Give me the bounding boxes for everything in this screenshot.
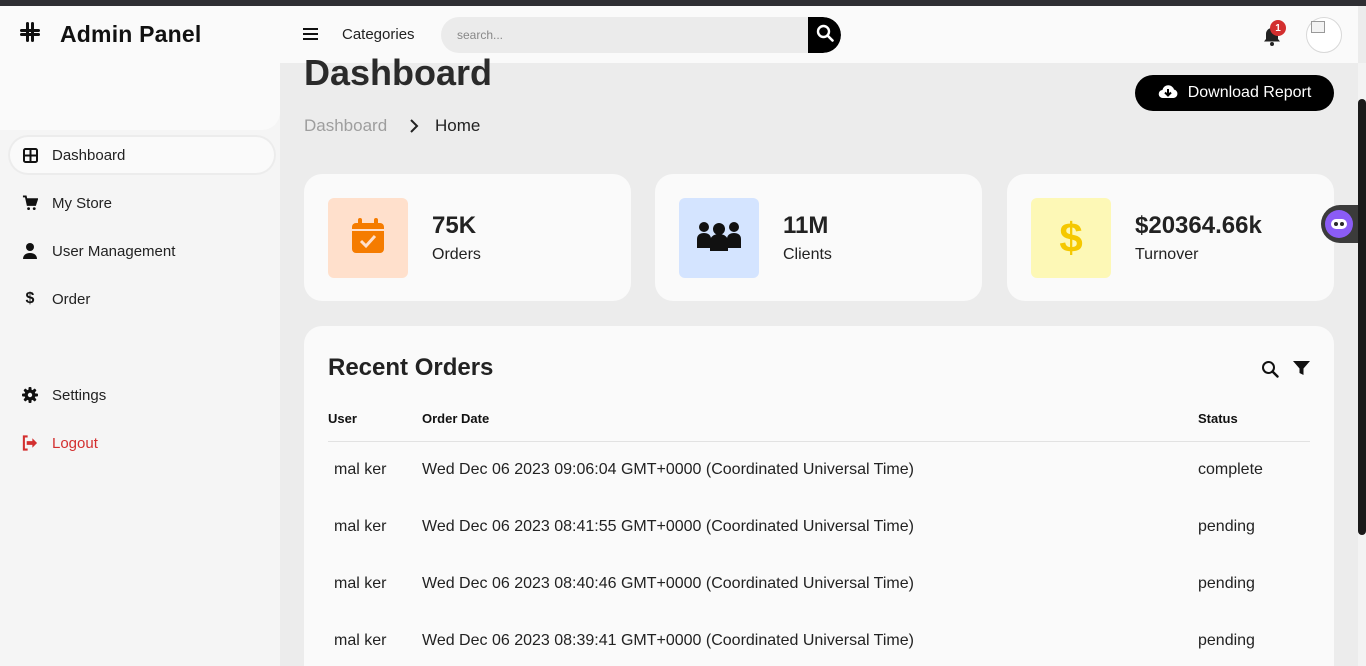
search-icon[interactable] (1261, 360, 1279, 383)
users-group-icon (696, 220, 742, 257)
order-status: pending (1198, 518, 1255, 535)
user-icon (22, 243, 38, 259)
table-row[interactable]: mal ker Wed Dec 06 2023 08:39:41 GMT+000… (304, 631, 1334, 666)
sidebar-item-label: Order (52, 290, 91, 308)
table-row[interactable]: mal ker Wed Dec 06 2023 08:41:55 GMT+000… (304, 517, 1334, 574)
order-date: Wed Dec 06 2023 08:39:41 GMT+0000 (Coord… (422, 632, 914, 649)
sidebar-item-label: Dashboard (52, 146, 126, 164)
order-user: mal ker (334, 632, 387, 649)
stat-value: $20364.66k (1135, 212, 1262, 239)
order-status: pending (1198, 575, 1255, 592)
sidebar-item-label: User Management (52, 242, 176, 260)
hamburger-menu-icon[interactable] (303, 27, 318, 46)
stat-value: 75K (432, 212, 477, 239)
order-date: Wed Dec 06 2023 08:40:46 GMT+0000 (Coord… (422, 575, 914, 592)
search-input[interactable] (441, 17, 808, 53)
cart-icon (22, 195, 38, 211)
order-user: mal ker (334, 575, 387, 592)
stat-icon-box (679, 198, 759, 278)
brand[interactable]: Admin Panel (18, 20, 202, 49)
stat-label: Clients (783, 246, 832, 263)
breadcrumb-home: Home (435, 116, 481, 135)
order-date: Wed Dec 06 2023 09:06:04 GMT+0000 (Coord… (422, 461, 914, 478)
stat-card-orders: 75K Orders (304, 174, 631, 301)
download-report-label: Download Report (1187, 84, 1312, 101)
recent-orders-card: Recent Orders User Order Date Status mal… (304, 326, 1334, 666)
page-scrollbar[interactable] (1358, 63, 1366, 666)
search-button[interactable] (808, 17, 841, 53)
column-header-order-date: Order Date (422, 411, 490, 426)
sidebar-item-order[interactable]: $ Order (8, 279, 276, 319)
chevron-right-icon (408, 119, 420, 138)
sidebar-item-user-management[interactable]: User Management (8, 231, 276, 271)
brand-title: Admin Panel (60, 21, 202, 47)
order-user: mal ker (334, 518, 387, 535)
stat-icon-box: $ (1031, 198, 1111, 278)
recent-orders-title: Recent Orders (328, 354, 494, 381)
slack-logo-icon (18, 20, 42, 49)
avatar[interactable] (1306, 17, 1342, 53)
column-header-status: Status (1198, 411, 1238, 426)
sidebar-item-label: Settings (52, 386, 107, 404)
search-icon (816, 24, 834, 47)
sidebar-item-settings[interactable]: Settings (8, 375, 276, 415)
dashboard-grid-icon (22, 147, 38, 163)
gear-icon (22, 387, 38, 403)
chatbot-face-icon (1325, 210, 1353, 238)
order-user: mal ker (334, 461, 387, 478)
logout-icon (22, 435, 38, 451)
cloud-download-icon (1158, 83, 1178, 104)
table-row[interactable]: mal ker Wed Dec 06 2023 09:06:04 GMT+000… (304, 460, 1334, 517)
search-box (441, 17, 841, 53)
header-divider (328, 441, 1310, 442)
order-status: complete (1198, 461, 1263, 478)
download-report-button[interactable]: Download Report (1135, 75, 1334, 111)
column-header-user: User (328, 411, 357, 426)
calendar-check-icon (351, 217, 385, 259)
order-status: pending (1198, 632, 1255, 649)
order-date: Wed Dec 06 2023 08:41:55 GMT+0000 (Coord… (422, 518, 914, 535)
sidebar-item-logout[interactable]: Logout (8, 423, 276, 463)
table-row[interactable]: mal ker Wed Dec 06 2023 08:40:46 GMT+000… (304, 574, 1334, 631)
scrollbar-thumb[interactable] (1358, 99, 1366, 535)
categories-link[interactable]: Categories (342, 26, 415, 43)
notification-badge: 1 (1270, 20, 1286, 36)
dollar-icon: $ (1059, 214, 1083, 261)
filter-icon[interactable] (1293, 360, 1310, 381)
page-title: Dashboard (304, 52, 493, 93)
sidebar-item-dashboard[interactable]: Dashboard (8, 135, 276, 175)
sidebar-brand-area: Admin Panel (0, 6, 280, 130)
sidebar: Admin Panel Dashboard My Store User Mana… (0, 6, 280, 666)
dollar-icon: $ (25, 290, 35, 307)
breadcrumb-dashboard[interactable]: Dashboard (304, 116, 387, 136)
stat-card-clients: 11M Clients (655, 174, 982, 301)
sidebar-item-label: My Store (52, 194, 113, 212)
sidebar-item-my-store[interactable]: My Store (8, 183, 276, 223)
broken-image-icon (1311, 21, 1325, 33)
sidebar-item-label: Logout (52, 434, 98, 452)
stat-icon-box (328, 198, 408, 278)
stat-label: Turnover (1135, 246, 1199, 263)
stat-value: 11M (783, 212, 829, 239)
stat-card-turnover: $ $20364.66k Turnover (1007, 174, 1334, 301)
stat-label: Orders (432, 246, 481, 263)
